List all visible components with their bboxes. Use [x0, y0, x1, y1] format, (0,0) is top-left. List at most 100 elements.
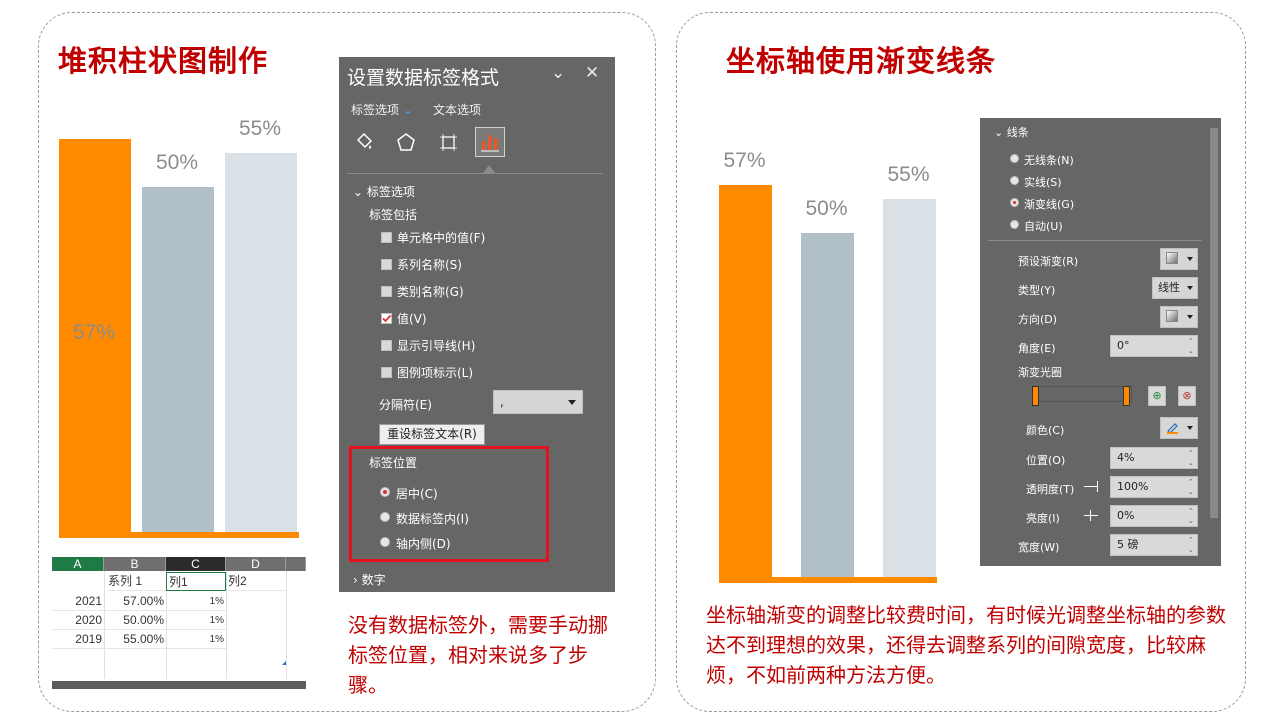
resize-handle-icon[interactable] [282, 661, 286, 665]
separator-select[interactable]: , [493, 390, 583, 414]
preset-gradient-dropdown[interactable] [1160, 248, 1198, 270]
width-input[interactable]: 5 磅 [1110, 534, 1198, 556]
radio-solid-line[interactable] [1010, 176, 1019, 185]
checkbox-cell-value[interactable] [381, 232, 392, 243]
fill-line-icon[interactable] [349, 127, 379, 157]
angle-input[interactable]: 0° [1110, 335, 1198, 357]
col-header-e[interactable] [286, 557, 306, 571]
cell-a2[interactable]: 2021 [52, 592, 104, 611]
radio-no-line[interactable] [1010, 154, 1019, 163]
slider-thumb-icon[interactable] [1090, 510, 1091, 521]
slider-thumb-icon[interactable] [1097, 481, 1098, 492]
transparency-input[interactable]: 100% [1110, 476, 1198, 498]
pointer-icon [483, 165, 495, 173]
checkbox-label: 类别名称(G) [397, 285, 464, 299]
type-dropdown[interactable]: 线性 [1152, 277, 1198, 299]
direction-dropdown[interactable] [1160, 306, 1198, 328]
sheet-scrollbar[interactable] [52, 681, 306, 689]
spreadsheet: A B C D 系列 1 列1 列2 2021 57.00% 1% 2020 5… [52, 557, 306, 689]
transparency-label: 透明度(T) [1026, 483, 1075, 496]
separator-label: 分隔符(E) [379, 398, 432, 412]
tab-text-options[interactable]: 文本选项 [433, 101, 481, 118]
width-label: 宽度(W) [1018, 541, 1060, 554]
gradient-axis-line [719, 577, 937, 583]
bar-2020[interactable] [142, 187, 214, 532]
bar-2019[interactable] [883, 198, 936, 577]
radio-gradient-line[interactable] [1010, 198, 1019, 207]
checkbox-label: 单元格中的值(F) [397, 231, 486, 245]
label-2021: 57% [73, 321, 116, 345]
color-label: 颜色(C) [1026, 424, 1065, 437]
highlight-box [349, 446, 549, 562]
add-stop-icon[interactable]: ⊕ [1148, 386, 1166, 406]
preset-gradient-label: 预设渐变(R) [1018, 255, 1079, 268]
gradient-stop-handle[interactable] [1032, 386, 1039, 406]
direction-swatch-icon [1166, 310, 1178, 322]
brightness-input[interactable]: 0% [1110, 505, 1198, 527]
direction-label: 方向(D) [1018, 313, 1058, 326]
remove-stop-icon[interactable]: ⊗ [1178, 386, 1196, 406]
label-options-icon[interactable] [475, 127, 505, 157]
axis-line [59, 532, 299, 538]
checkbox-category-name[interactable] [381, 286, 392, 297]
cell-b1[interactable]: 系列 1 [108, 572, 166, 591]
color-dropdown[interactable] [1160, 417, 1198, 439]
bar-2020[interactable] [801, 233, 854, 577]
panel-scrollbar[interactable] [1210, 128, 1218, 518]
col-header-b[interactable]: B [104, 557, 166, 571]
gradient-swatch-icon [1166, 252, 1178, 264]
left-heading: 堆积柱状图制作 [58, 44, 269, 78]
checkmark-icon [382, 314, 392, 323]
effects-icon[interactable] [391, 127, 421, 157]
checkbox-legend-key[interactable] [381, 367, 392, 378]
checkbox-leader-lines[interactable] [381, 340, 392, 351]
close-icon[interactable]: ✕ [585, 63, 599, 83]
position-label: 位置(O) [1026, 454, 1066, 467]
label-2019: 55% [887, 162, 930, 186]
col-header-c[interactable]: C [166, 557, 226, 571]
size-properties-icon[interactable] [433, 127, 463, 157]
label-2021: 57% [723, 148, 766, 172]
checkbox-label: 值(V) [397, 312, 427, 326]
type-label: 类型(Y) [1018, 284, 1056, 297]
angle-label: 角度(E) [1018, 342, 1056, 355]
cell-b3[interactable]: 50.00% [104, 611, 166, 630]
col-header-d[interactable]: D [226, 557, 286, 571]
tab-label-options[interactable]: 标签选项 ⌄ [351, 101, 413, 118]
cell-b2[interactable]: 57.00% [104, 592, 166, 611]
section-line[interactable]: ⌄ 线条 [994, 124, 1029, 140]
chevron-right-icon: › [353, 573, 362, 587]
section-label-options[interactable]: ⌄ 标签选项 [353, 183, 415, 200]
label-2020: 50% [156, 151, 199, 174]
section-number[interactable]: › 数字 [353, 571, 386, 588]
right-note: 坐标轴渐变的调整比较费时间，有时候光调整坐标轴的参数达不到理想的效果，还得去调整… [706, 603, 1226, 687]
bar-2021[interactable] [719, 184, 772, 577]
cell-c3[interactable]: 1% [166, 611, 226, 630]
cell-c4[interactable]: 1% [166, 630, 226, 649]
chevron-down-icon[interactable]: ⌄ [551, 63, 565, 83]
checkbox-value[interactable] [381, 313, 392, 324]
cell-a3[interactable]: 2020 [52, 611, 104, 630]
checkbox-series-name[interactable] [381, 259, 392, 270]
position-input[interactable]: 4% [1110, 447, 1198, 469]
right-heading: 坐标轴使用渐变线条 [726, 44, 997, 78]
line-format-panel: ⌄ 线条 无线条(N) 实线(S) 渐变线(G) 自动(U) 预设渐变(R) 类… [980, 118, 1221, 566]
label-2019: 55% [239, 116, 282, 140]
col-header-a[interactable]: A [52, 557, 104, 571]
reset-label-text-button[interactable]: 重设标签文本(R) [379, 424, 485, 445]
cell-c1[interactable]: 列1 [166, 572, 226, 591]
cell-a4[interactable]: 2019 [52, 630, 104, 649]
radio-automatic[interactable] [1010, 220, 1019, 229]
chevron-down-icon: ⌄ [353, 185, 367, 199]
grid-line [286, 571, 287, 679]
bar-2019[interactable] [225, 152, 297, 532]
cell-b4[interactable]: 55.00% [104, 630, 166, 649]
radio-label: 渐变线(G) [1024, 198, 1075, 211]
gradient-stops-label: 渐变光圈 [1018, 366, 1062, 379]
gradient-stops-bar[interactable] [1032, 386, 1132, 402]
slider-track-icon [1084, 486, 1098, 487]
gradient-stop-handle[interactable] [1123, 386, 1130, 406]
cell-c2[interactable]: 1% [166, 592, 226, 611]
cell-d1[interactable]: 列2 [228, 572, 286, 591]
brightness-label: 亮度(I) [1026, 512, 1060, 525]
